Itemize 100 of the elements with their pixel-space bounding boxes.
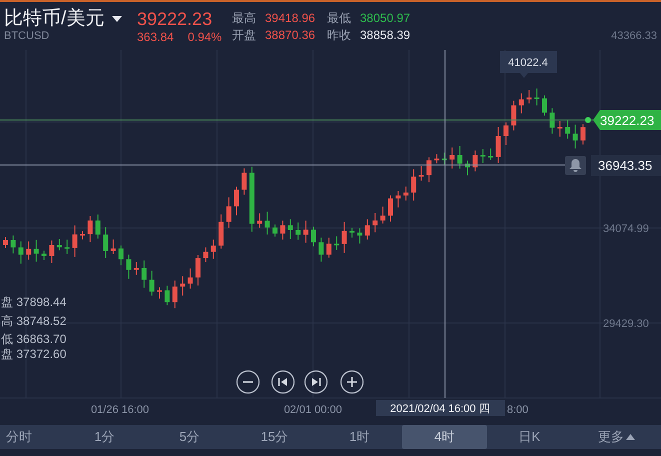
stat-value: 38870.36 — [265, 28, 316, 42]
candle — [426, 156, 432, 183]
candle — [311, 226, 316, 247]
candle — [226, 196, 232, 228]
candle — [249, 166, 254, 232]
candle — [465, 160, 470, 176]
stat-label: 最低 — [327, 11, 352, 25]
candle — [34, 239, 39, 262]
candle — [496, 126, 501, 164]
candle — [542, 94, 547, 116]
candle — [372, 212, 378, 233]
candle — [434, 154, 440, 164]
candle — [264, 211, 270, 235]
candle — [242, 168, 247, 196]
candle — [580, 124, 586, 145]
candle — [164, 285, 170, 306]
crosshair-time-tag: 2021/02/04 16:00 四 — [376, 400, 505, 416]
caret-icon[interactable] — [112, 16, 122, 22]
candle — [388, 194, 393, 222]
candle — [403, 186, 408, 201]
candle — [72, 224, 78, 258]
candle — [64, 239, 70, 254]
candle — [80, 230, 85, 240]
ohlc-value: 盘 37372.60 — [1, 347, 66, 361]
candle — [550, 108, 555, 134]
candle — [56, 238, 62, 251]
stat-value: 38858.39 — [360, 28, 412, 42]
more-menu-button[interactable]: 更多 — [572, 425, 661, 449]
candle — [210, 239, 216, 260]
candle — [318, 237, 324, 262]
candle — [172, 280, 178, 309]
previous-button[interactable] — [271, 370, 295, 394]
candle — [303, 220, 308, 244]
interval-tab[interactable]: 1分 — [62, 425, 147, 449]
candle — [557, 120, 562, 138]
y-axis-label: 29429.30 — [603, 318, 649, 330]
candle — [149, 270, 154, 296]
ohlc-value: 低 36863.70 — [1, 332, 66, 346]
candle — [26, 240, 32, 260]
next-button[interactable] — [304, 370, 328, 394]
x-axis-label: 02/01 00:00 — [284, 404, 342, 416]
candle — [504, 122, 508, 146]
interval-tab[interactable]: 1时 — [317, 425, 402, 449]
price-change: 363.84 — [137, 30, 174, 44]
candle — [326, 237, 332, 258]
candle — [134, 261, 139, 276]
candle — [126, 254, 132, 280]
interval-tab[interactable]: 5分 — [147, 425, 232, 449]
stat-label: 开盘 — [232, 28, 257, 42]
candle — [42, 250, 46, 260]
candle — [396, 190, 401, 208]
zoom-in-button[interactable] — [340, 370, 364, 394]
interval-tab[interactable]: 15分 — [232, 425, 317, 449]
candle — [342, 221, 347, 254]
percent-change: 0.94% — [188, 30, 222, 44]
candle — [572, 124, 578, 149]
candle — [3, 236, 8, 248]
candle — [442, 152, 447, 166]
bell-icon[interactable] — [570, 159, 582, 172]
candle — [280, 220, 286, 240]
symbol-label: BTCUSD — [4, 30, 50, 42]
interval-tab[interactable]: 4时 — [402, 425, 487, 449]
candle — [296, 222, 301, 240]
candle — [118, 244, 124, 266]
candle — [350, 227, 354, 238]
candle — [357, 228, 362, 244]
interval-tab[interactable]: 分时 — [0, 425, 62, 449]
candle — [142, 260, 147, 288]
candle — [103, 226, 108, 258]
pair-title[interactable]: 比特币/美元 — [4, 8, 104, 30]
candle — [272, 224, 278, 238]
candle — [18, 240, 24, 264]
candle — [511, 100, 516, 131]
x-axis-label: 01/26 16:00 — [90, 404, 150, 416]
candle — [457, 146, 462, 170]
candle — [334, 236, 340, 250]
y-axis-label: 43366.33 — [611, 30, 657, 42]
candle — [450, 147, 455, 170]
candle — [157, 286, 162, 300]
candle — [257, 212, 262, 228]
price-dot — [585, 117, 591, 123]
candle — [234, 186, 239, 216]
candle — [364, 218, 370, 240]
y-axis-label: 34074.99 — [603, 223, 649, 235]
stat-value: 39418.96 — [265, 11, 316, 25]
candle — [10, 235, 16, 254]
interval-tab[interactable]: 日K — [487, 425, 572, 449]
caret-up-icon — [626, 434, 635, 440]
candle — [88, 216, 93, 243]
stat-label: 最高 — [232, 11, 257, 25]
candle — [95, 214, 100, 240]
candle — [380, 206, 386, 224]
current-price-tag: 39222.23 — [593, 110, 661, 130]
candle — [480, 148, 486, 164]
candle — [218, 214, 224, 250]
candle — [534, 88, 540, 106]
x-axis-label: 8:00 — [507, 404, 528, 416]
candle — [411, 168, 416, 202]
candle — [526, 90, 532, 104]
zoom-out-button[interactable] — [236, 370, 260, 394]
